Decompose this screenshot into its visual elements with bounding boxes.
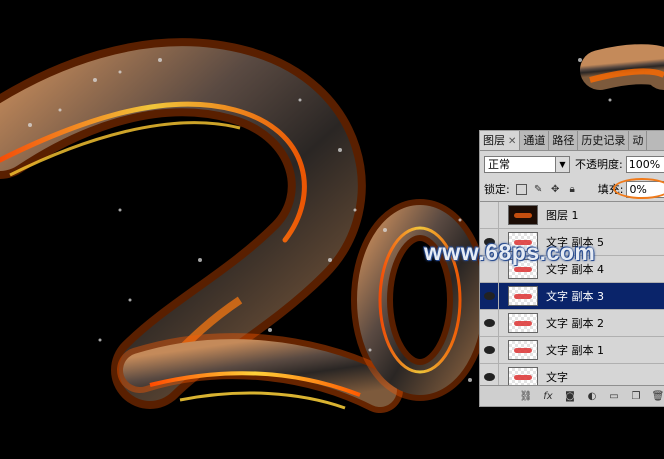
tab-actions-label: 动 xyxy=(632,134,644,147)
tab-history[interactable]: 历史记录 xyxy=(578,131,630,150)
layer-row[interactable]: 文字 副本 2 xyxy=(480,310,664,337)
panel-bottom-toolbar: ⛓ fx ◙ ◐ ▭ ❐ 🗑︎ xyxy=(480,385,664,406)
panel-tabs: 图层 ✕ 通道 路径 历史记录 动 xyxy=(480,131,664,151)
layer-thumbnail xyxy=(508,205,538,225)
tab-history-label: 历史记录 xyxy=(581,134,626,147)
layers-panel: 图层 ✕ 通道 路径 历史记录 动 正常 ▼ 不透明度: 100% 锁定: ✎ ✥… xyxy=(479,130,664,407)
burning-one-glyph xyxy=(580,44,664,90)
tab-layers[interactable]: 图层 ✕ xyxy=(480,131,521,150)
tab-actions[interactable]: 动 xyxy=(629,131,648,150)
layer-name: 文字 副本 3 xyxy=(546,290,604,303)
burning-two-glyph xyxy=(0,38,403,413)
layer-name: 文字 副本 1 xyxy=(546,344,604,357)
chevron-down-icon[interactable]: ▼ xyxy=(555,156,569,172)
visibility-toggle[interactable] xyxy=(480,310,499,336)
eye-icon xyxy=(483,319,495,327)
layer-row[interactable]: 图层 1 xyxy=(480,202,664,229)
new-layer-icon[interactable]: ❐ xyxy=(630,391,642,402)
layer-thumbnail xyxy=(508,286,538,306)
layer-row[interactable]: 文字 副本 1 xyxy=(480,337,664,364)
visibility-toggle[interactable] xyxy=(480,283,499,309)
link-icon[interactable]: ⛓ xyxy=(520,391,533,402)
lock-all-icon[interactable]: 🔒︎ xyxy=(567,184,578,195)
opacity-input[interactable]: 100% xyxy=(625,155,664,173)
fill-highlight-circle xyxy=(613,178,664,199)
adjustment-icon[interactable]: ◐ xyxy=(586,391,598,402)
tab-paths-label: 路径 xyxy=(552,134,575,147)
mask-icon[interactable]: ◙ xyxy=(564,391,576,402)
fx-icon[interactable]: fx xyxy=(542,391,554,402)
tab-channels-label: 通道 xyxy=(523,134,546,147)
group-icon[interactable]: ▭ xyxy=(608,391,620,402)
watermark-text: www.68ps.com xyxy=(424,239,596,265)
visibility-toggle[interactable] xyxy=(480,202,499,228)
trash-icon[interactable]: 🗑︎ xyxy=(652,391,664,402)
layer-name: 文字 xyxy=(546,371,568,384)
blend-mode-select[interactable]: 正常 ▼ xyxy=(484,155,570,173)
blend-row: 正常 ▼ 不透明度: 100% xyxy=(480,151,664,177)
tab-layers-label: 图层 xyxy=(483,134,505,147)
blend-mode-value: 正常 xyxy=(488,158,510,171)
eye-icon xyxy=(483,373,495,381)
close-icon[interactable]: ✕ xyxy=(508,136,516,147)
opacity-label: 不透明度: xyxy=(575,158,623,171)
layer-thumbnail xyxy=(508,367,538,387)
layer-name: 图层 1 xyxy=(546,209,579,222)
tab-paths[interactable]: 路径 xyxy=(549,131,579,150)
lock-transparent-icon[interactable] xyxy=(515,183,527,195)
lock-move-icon[interactable]: ✥ xyxy=(550,184,561,195)
visibility-toggle[interactable] xyxy=(480,337,499,363)
layers-list: 图层 1 文字 副本 5 文字 副本 4 文字 副本 3 文字 副本 2 文字 … xyxy=(480,201,664,391)
tab-channels[interactable]: 通道 xyxy=(520,131,550,150)
layer-thumbnail xyxy=(508,340,538,360)
lock-label: 锁定: xyxy=(484,183,510,196)
layer-thumbnail xyxy=(508,313,538,333)
eye-icon xyxy=(483,346,495,354)
eye-icon xyxy=(483,292,495,300)
layer-name: 文字 副本 2 xyxy=(546,317,604,330)
lock-row: 锁定: ✎ ✥ 🔒︎ 填充: 0% xyxy=(480,177,664,201)
layer-row-selected[interactable]: 文字 副本 3 xyxy=(480,283,664,310)
lock-brush-icon[interactable]: ✎ xyxy=(533,184,544,195)
